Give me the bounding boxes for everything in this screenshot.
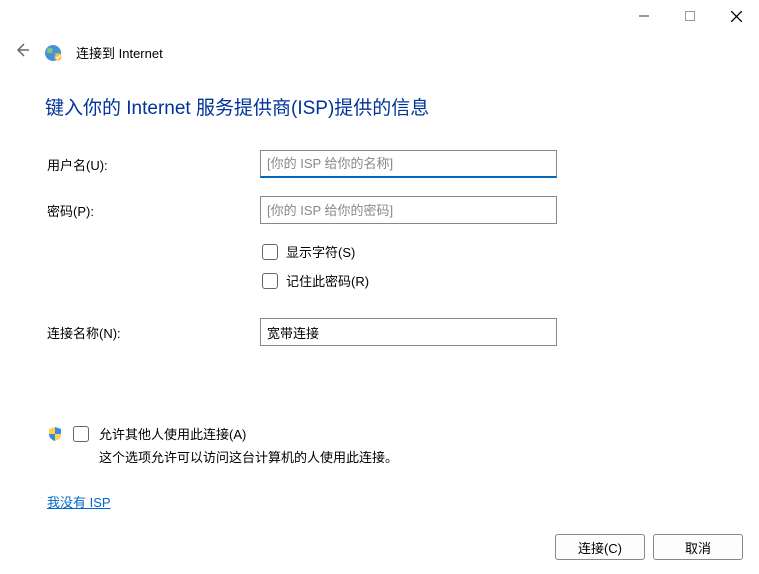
show-chars-checkbox[interactable] — [262, 244, 278, 260]
allow-others-desc: 这个选项允许可以访问这台计算机的人使用此连接。 — [99, 447, 714, 466]
username-input[interactable] — [260, 150, 557, 178]
cancel-button[interactable]: 取消 — [653, 534, 743, 560]
allow-row: 允许其他人使用此连接(A) — [47, 424, 714, 443]
password-label: 密码(P): — [45, 201, 260, 220]
back-arrow-icon[interactable] — [14, 42, 30, 63]
minimize-button[interactable] — [621, 0, 667, 32]
conn-name-label: 连接名称(N): — [45, 323, 260, 342]
password-row: 密码(P): — [45, 196, 714, 224]
conn-name-row: 连接名称(N): — [45, 318, 714, 346]
username-row: 用户名(U): — [45, 150, 714, 178]
remember-pw-checkbox[interactable] — [262, 273, 278, 289]
allow-others-label: 允许其他人使用此连接(A) — [99, 424, 246, 443]
password-input[interactable] — [260, 196, 557, 224]
no-isp-link[interactable]: 我没有 ISP — [47, 492, 111, 511]
wizard-header: 连接到 Internet — [0, 32, 759, 63]
show-chars-label: 显示字符(S) — [286, 242, 355, 261]
globe-icon — [44, 44, 62, 62]
content-area: 键入你的 Internet 服务提供商(ISP)提供的信息 用户名(U): 密码… — [0, 63, 759, 511]
connect-button[interactable]: 连接(C) — [555, 534, 645, 560]
remember-pw-label: 记住此密码(R) — [286, 271, 369, 290]
window-title: 连接到 Internet — [76, 43, 163, 62]
conn-name-input[interactable] — [260, 318, 557, 346]
page-heading: 键入你的 Internet 服务提供商(ISP)提供的信息 — [45, 93, 714, 120]
close-button[interactable] — [713, 0, 759, 32]
allow-others-checkbox[interactable] — [73, 426, 89, 442]
remember-pw-row: 记住此密码(R) — [262, 271, 714, 290]
show-chars-row: 显示字符(S) — [262, 242, 714, 261]
shield-icon — [47, 426, 63, 442]
title-bar — [0, 0, 759, 32]
maximize-button[interactable] — [667, 0, 713, 32]
username-label: 用户名(U): — [45, 155, 260, 174]
footer-buttons: 连接(C) 取消 — [555, 534, 743, 560]
allow-section: 允许其他人使用此连接(A) 这个选项允许可以访问这台计算机的人使用此连接。 — [45, 424, 714, 466]
